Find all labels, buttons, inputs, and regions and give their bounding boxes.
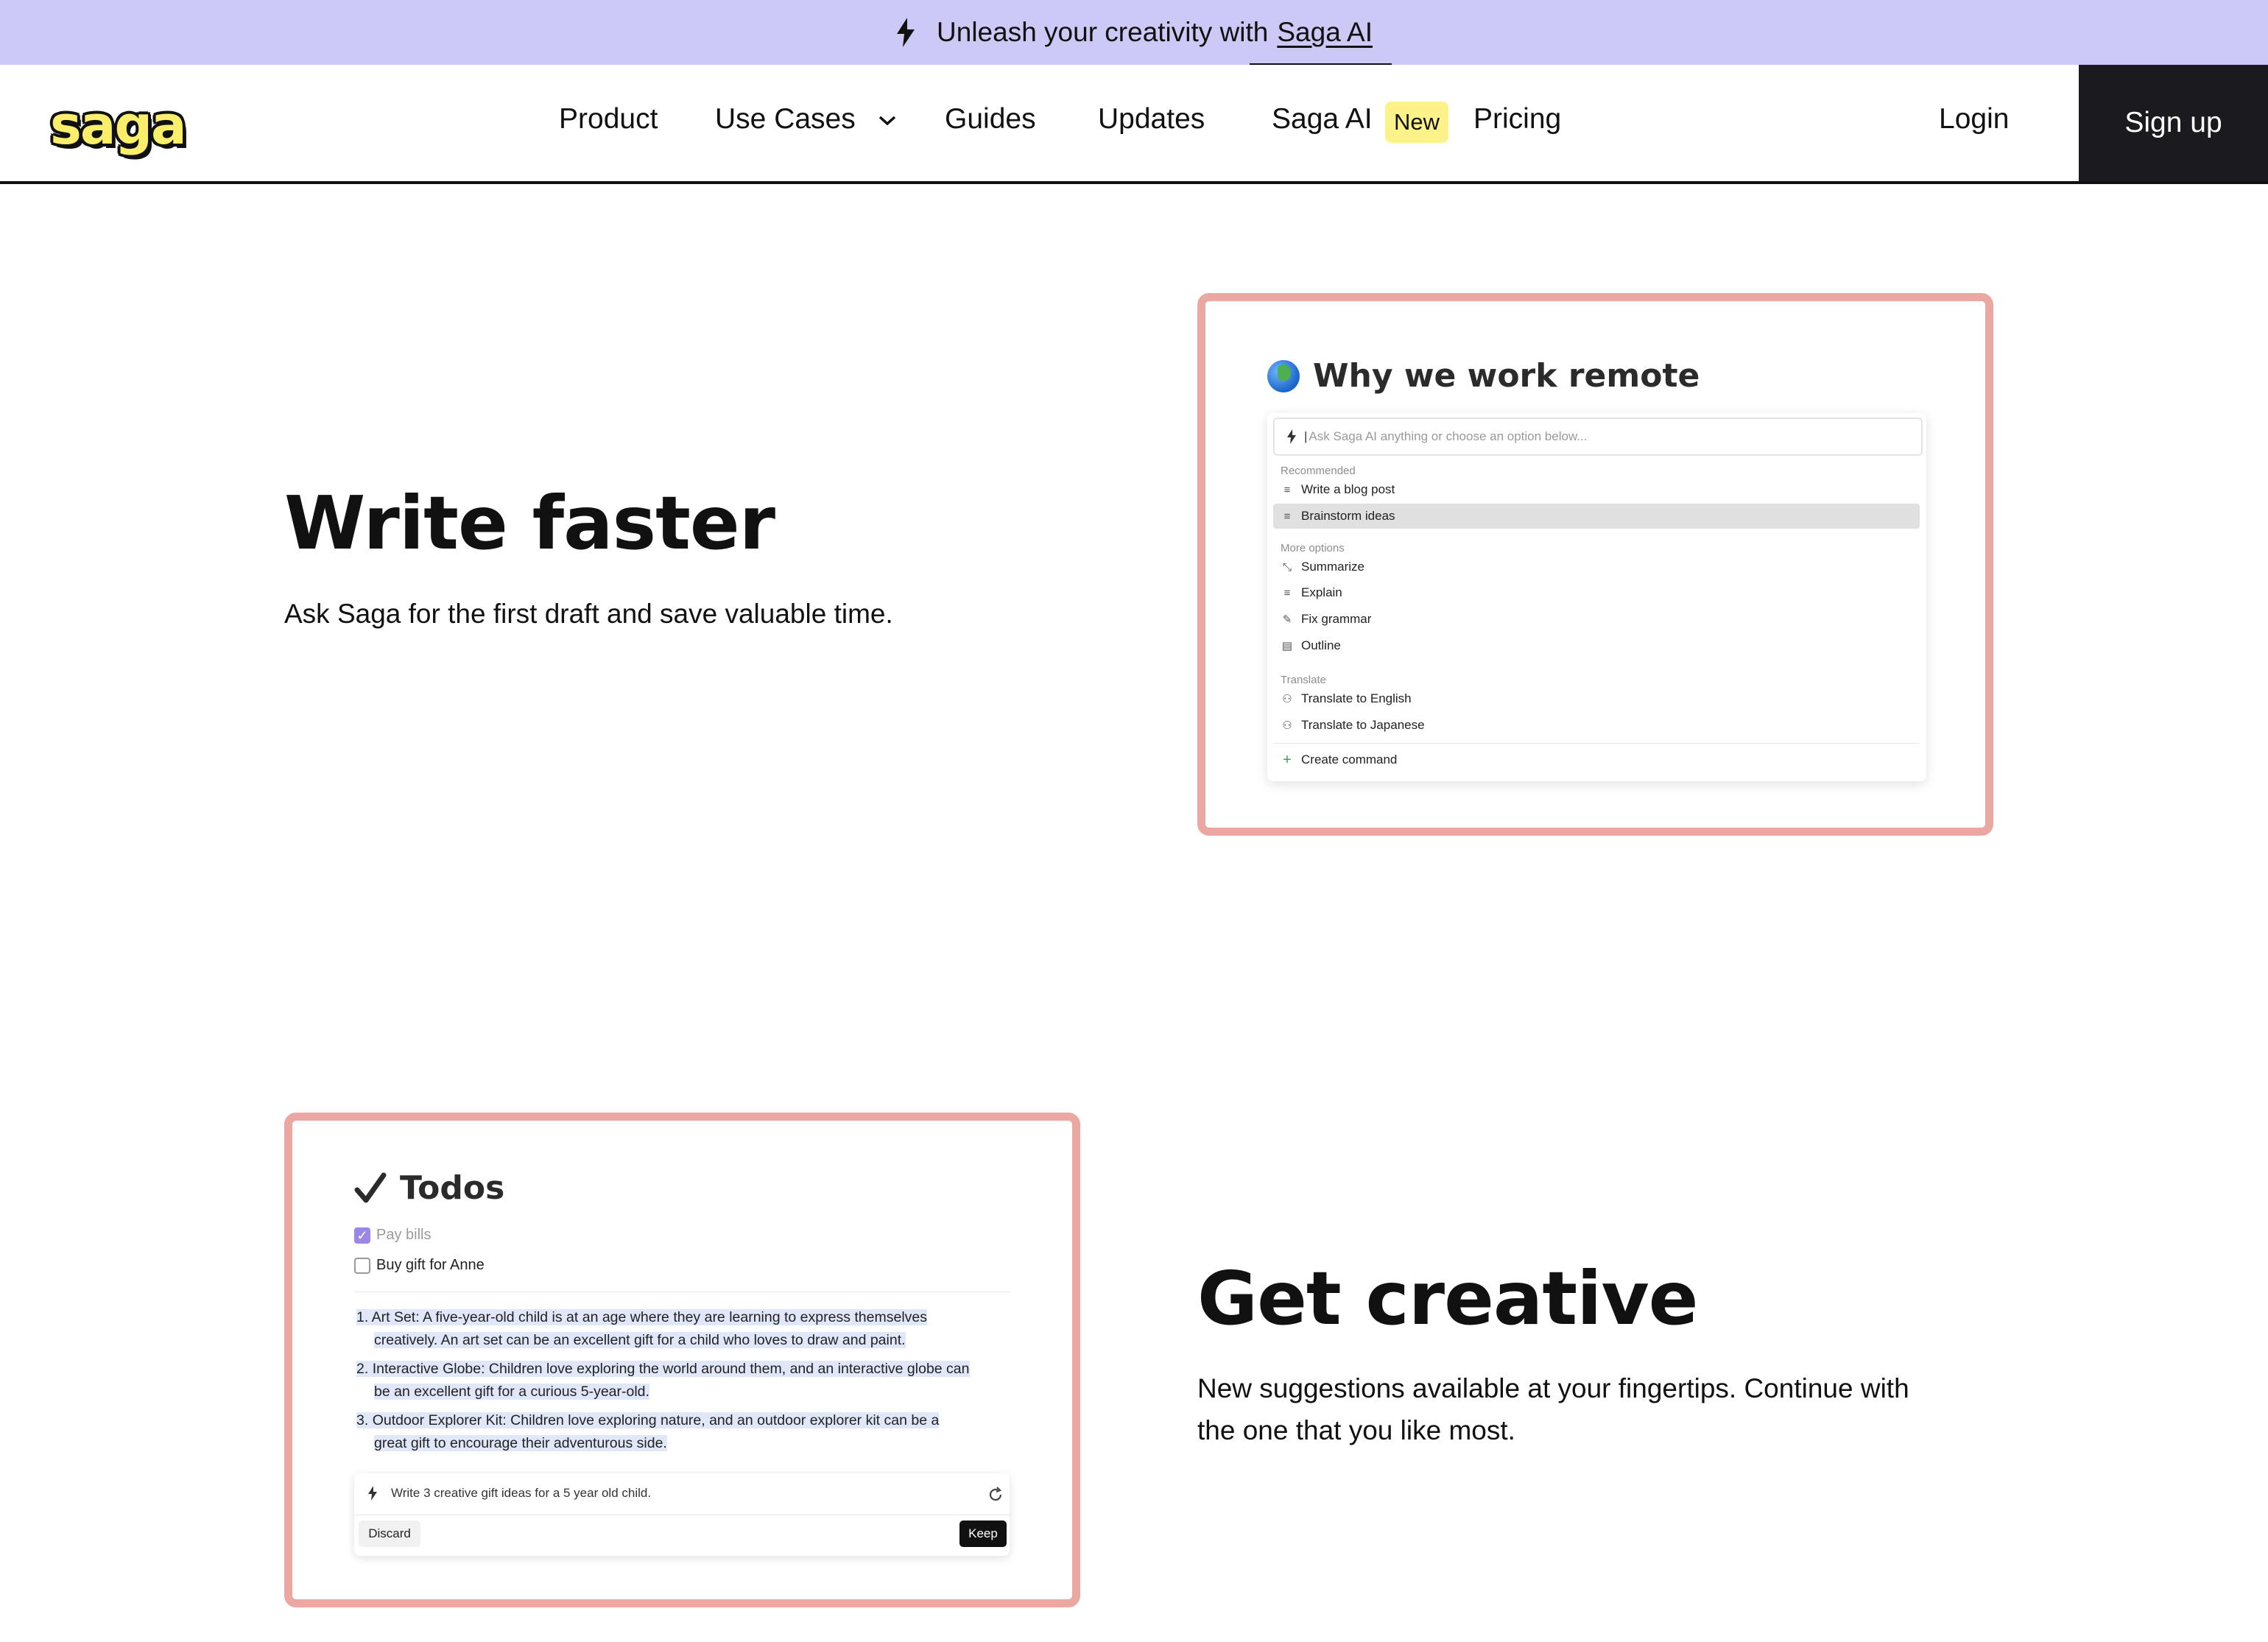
- saga-logo[interactable]: saga: [50, 94, 187, 156]
- compress-icon: ⤡: [1282, 560, 1292, 574]
- text-lines-icon: ≡: [1283, 483, 1291, 496]
- suggestion-item: 1. Art Set: A five-year-old child is at …: [356, 1306, 1019, 1352]
- keep-button[interactable]: Keep: [959, 1521, 1007, 1547]
- suggestion-number: 3.: [356, 1412, 369, 1428]
- translate-icon: ⚇: [1282, 719, 1292, 732]
- suggestion-line: creatively. An art set can be an excelle…: [374, 1332, 906, 1348]
- todo-item-buy-gift[interactable]: Buy gift for Anne: [354, 1257, 485, 1274]
- new-badge: New: [1385, 102, 1449, 143]
- menu-item-label: Outline: [1301, 638, 1341, 652]
- lightning-icon: [368, 1486, 377, 1501]
- list-box-icon: ▤: [1281, 640, 1293, 652]
- suggestion-line: Interactive Globe: Children love explori…: [372, 1361, 970, 1377]
- menu-divider: [1273, 743, 1920, 744]
- lightning-icon: [897, 18, 915, 47]
- globe-icon: [1267, 359, 1300, 392]
- menu-item-label: Create command: [1301, 753, 1398, 767]
- ai-command-menu: | Ask Saga AI anything or choose an opti…: [1267, 413, 1926, 781]
- refresh-icon[interactable]: [987, 1487, 1004, 1503]
- chevron-down-icon: [878, 116, 895, 126]
- suggestion-item: 3. Outdoor Explorer Kit: Children love e…: [356, 1409, 1019, 1455]
- text-lines-icon: ≡: [1283, 586, 1291, 599]
- ai-menu-preview-card: Why we work remote | Ask Saga AI anythin…: [1197, 293, 1993, 836]
- subtext-line: New suggestions available at your finger…: [1197, 1373, 1909, 1403]
- nav-use-cases[interactable]: Use Cases: [715, 103, 897, 135]
- suggestion-item: 2. Interactive Globe: Children love expl…: [356, 1358, 1019, 1403]
- login-link[interactable]: Login: [1939, 103, 2009, 135]
- nav-product[interactable]: Product: [559, 103, 658, 135]
- nav-saga-ai[interactable]: Saga AI: [1272, 103, 1373, 135]
- banner-text: Unleash your creativity with: [937, 17, 1269, 47]
- suggestion-number: 1.: [356, 1309, 369, 1325]
- doc-title: Why we work remote: [1313, 357, 1700, 395]
- get-creative-subtext: New suggestions available at your finger…: [1197, 1367, 1909, 1451]
- suggestion-line: Outdoor Explorer Kit: Children love expl…: [372, 1412, 940, 1428]
- ai-prompt-row: Write 3 creative gift ideas for a 5 year…: [367, 1485, 651, 1501]
- todos-title-row: Todos: [354, 1169, 504, 1207]
- checkbox-unchecked[interactable]: [354, 1257, 370, 1274]
- suggestion-number: 2.: [356, 1361, 369, 1377]
- menu-item-translate-japanese[interactable]: ⚇ Translate to Japanese: [1273, 713, 1920, 738]
- menu-item-label: Brainstorm ideas: [1301, 509, 1395, 523]
- ai-suggestions-list: 1. Art Set: A five-year-old child is at …: [356, 1306, 1019, 1455]
- signup-button[interactable]: Sign up: [2079, 65, 2268, 181]
- menu-item-label: Translate to Japanese: [1301, 718, 1425, 732]
- ai-prompt-placeholder: Ask Saga AI anything or choose an option…: [1309, 429, 1588, 443]
- checkmark-icon: [354, 1172, 387, 1202]
- checkbox-checked[interactable]: ✓: [354, 1227, 370, 1244]
- subtext-line: the one that you like most.: [1197, 1415, 1515, 1445]
- menu-item-label: Write a blog post: [1301, 482, 1395, 496]
- plus-icon: +: [1283, 751, 1292, 768]
- suggestion-line: great gift to encourage their adventurou…: [374, 1435, 667, 1451]
- todo-label: Buy gift for Anne: [376, 1257, 485, 1273]
- menu-item-outline[interactable]: ▤ Outline: [1273, 633, 1920, 658]
- announcement-banner: Unleash your creativity with Saga AI: [0, 0, 2268, 65]
- menu-item-create-command[interactable]: + Create command: [1273, 747, 1920, 772]
- nav-updates[interactable]: Updates: [1098, 103, 1205, 135]
- menu-item-summarize[interactable]: ⤡ Summarize: [1273, 554, 1920, 579]
- menu-item-fix-grammar[interactable]: ✎ Fix grammar: [1273, 607, 1920, 632]
- doc-title-row: Why we work remote: [1267, 357, 1700, 395]
- more-options-label: More options: [1281, 542, 1345, 554]
- edit-icon: ✎: [1282, 613, 1292, 626]
- banner-saga-ai-link[interactable]: Saga AI: [1277, 17, 1373, 48]
- discard-button[interactable]: Discard: [359, 1521, 420, 1547]
- nav-pricing[interactable]: Pricing: [1473, 103, 1561, 135]
- menu-item-write-blog-post[interactable]: ≡ Write a blog post: [1273, 477, 1920, 502]
- menu-item-translate-english[interactable]: ⚇ Translate to English: [1273, 686, 1920, 711]
- menu-item-label: Translate to English: [1301, 691, 1412, 705]
- todos-title: Todos: [400, 1169, 505, 1207]
- translate-label: Translate: [1281, 674, 1326, 686]
- write-faster-subtext: Ask Saga for the first draft and save va…: [284, 599, 893, 629]
- ai-prompt-panel: Write 3 creative gift ideas for a 5 year…: [354, 1473, 1010, 1556]
- nav-use-cases-label: Use Cases: [715, 103, 856, 135]
- menu-item-label: Summarize: [1301, 560, 1364, 574]
- todos-preview-card: Todos ✓ Pay bills Buy gift for Anne 1. A…: [284, 1113, 1080, 1607]
- suggestion-line: Art Set: A five-year-old child is at an …: [371, 1309, 927, 1325]
- text-lines-icon: ≡: [1283, 510, 1291, 523]
- nav-guides[interactable]: Guides: [945, 103, 1036, 135]
- suggestion-line: be an excellent gift for a curious 5-yea…: [374, 1384, 649, 1400]
- menu-item-explain[interactable]: ≡ Explain: [1273, 580, 1920, 605]
- ai-prompt-input[interactable]: | Ask Saga AI anything or choose an opti…: [1273, 417, 1923, 456]
- top-navigation: saga Product Use Cases Guides Updates Sa…: [0, 65, 2268, 184]
- write-faster-heading: Write faster: [284, 480, 775, 566]
- get-creative-heading: Get creative: [1197, 1255, 1699, 1342]
- menu-item-label: Fix grammar: [1301, 612, 1372, 626]
- ai-prompt-text: Write 3 creative gift ideas for a 5 year…: [391, 1486, 652, 1500]
- lightning-icon: [1287, 429, 1296, 444]
- menu-item-label: Explain: [1301, 585, 1342, 599]
- todo-label: Pay bills: [376, 1227, 432, 1243]
- translate-icon: ⚇: [1282, 693, 1292, 705]
- recommended-label: Recommended: [1281, 465, 1356, 477]
- todo-item-pay-bills[interactable]: ✓ Pay bills: [354, 1227, 431, 1244]
- menu-item-brainstorm-ideas[interactable]: ≡ Brainstorm ideas: [1273, 504, 1920, 529]
